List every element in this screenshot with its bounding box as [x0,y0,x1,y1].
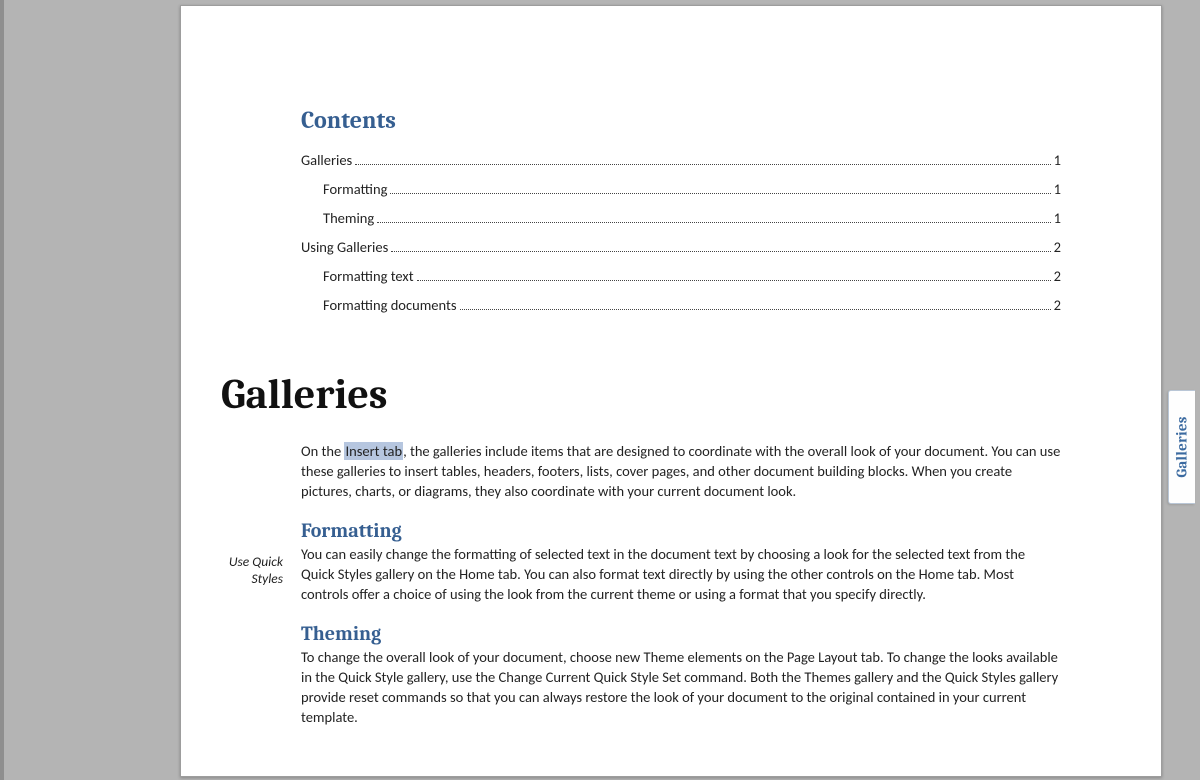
toc-entry-page: 2 [1054,291,1061,320]
side-tab-label: Galleries [1173,416,1191,477]
toc-leader [390,193,1050,194]
toc-leader [417,280,1051,281]
formatting-paragraph: You can easily change the formatting of … [301,544,1061,604]
toc-entry-label: Galleries [301,146,352,175]
heading-theming: Theming [301,622,1061,645]
toc-entry-page: 2 [1054,233,1061,262]
heading-1: Galleries [221,370,1061,419]
toc-entry-page: 1 [1054,204,1061,233]
theming-paragraph: To change the overall look of your docum… [301,647,1061,727]
document-page: Use Quick Styles Contents Galleries 1 Fo… [180,5,1162,777]
toc-entry[interactable]: Galleries 1 [301,146,1061,175]
selected-text[interactable]: Insert tab [344,442,403,460]
table-of-contents: Galleries 1 Formatting 1 Theming 1 Using… [301,146,1061,320]
toc-entry[interactable]: Formatting 1 [301,175,1061,204]
toc-entry-label: Formatting documents [323,291,457,320]
toc-entry[interactable]: Theming 1 [301,204,1061,233]
toc-entry[interactable]: Formatting text 2 [301,262,1061,291]
navigation-side-tab[interactable]: Galleries [1168,390,1195,504]
toc-leader [460,309,1051,310]
toc-entry[interactable]: Using Galleries 2 [301,233,1061,262]
toc-entry-label: Formatting [323,175,387,204]
intro-paragraph: On the Insert tab, the galleries include… [301,441,1061,501]
toc-entry-page: 1 [1054,175,1061,204]
toc-leader [391,251,1050,252]
page-content: Contents Galleries 1 Formatting 1 Themin… [301,106,1061,727]
toc-entry-label: Theming [323,204,374,233]
toc-leader [355,164,1050,165]
left-margin-shade [0,0,4,780]
toc-leader [377,222,1050,223]
toc-title: Contents [301,106,1061,134]
toc-entry-label: Using Galleries [301,233,388,262]
intro-text-before: On the [301,442,344,460]
intro-text-after: , the galleries include items that are d… [301,442,1060,500]
margin-comment: Use Quick Styles [211,554,283,588]
toc-entry-page: 1 [1054,146,1061,175]
heading-formatting: Formatting [301,519,1061,542]
workspace: Use Quick Styles Contents Galleries 1 Fo… [0,0,1200,780]
toc-entry[interactable]: Formatting documents 2 [301,291,1061,320]
toc-entry-label: Formatting text [323,262,414,291]
toc-entry-page: 2 [1054,262,1061,291]
